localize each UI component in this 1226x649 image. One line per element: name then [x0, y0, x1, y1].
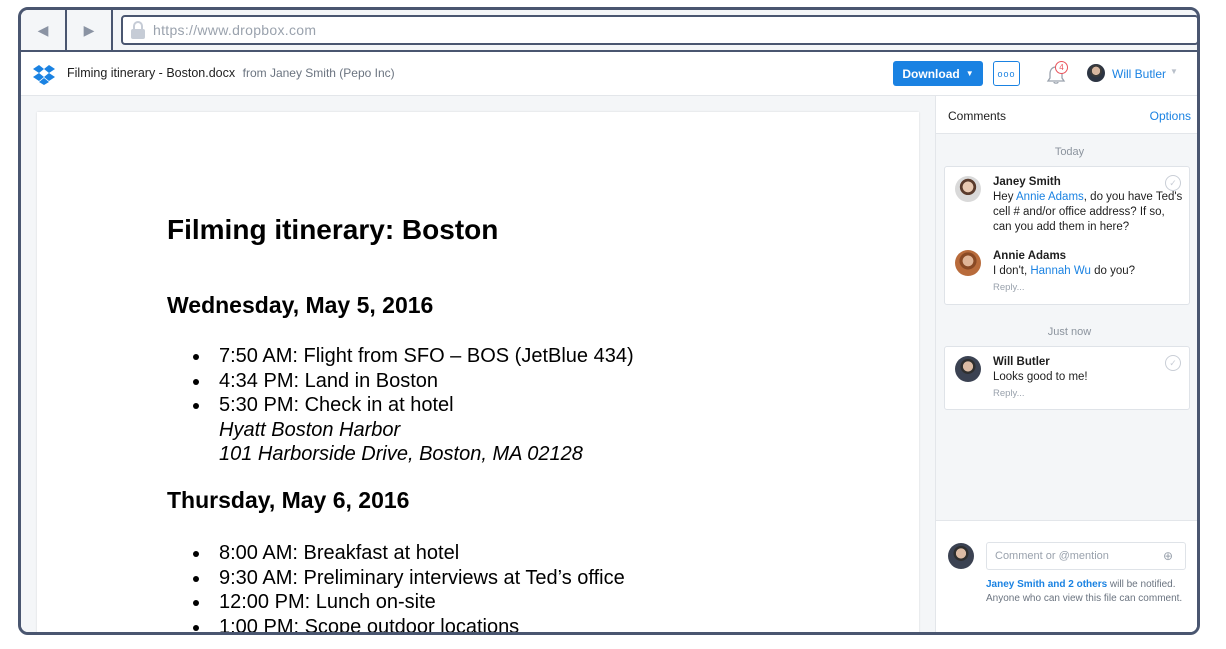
- comment-placeholder: Comment or @mention: [995, 550, 1109, 562]
- comment-thread: ✓ Janey Smith Hey Annie Adams, do you ha…: [944, 166, 1190, 305]
- browser-chrome: ◀ ▶ https://www.dropbox.com: [21, 10, 1197, 52]
- list-item: 1:00 PM: Scope outdoor locations: [193, 615, 625, 632]
- comment-input[interactable]: Comment or @mention ⊕: [986, 542, 1186, 570]
- document-page: Filming itinerary: Boston Wednesday, May…: [37, 112, 919, 632]
- notify-text: Janey Smith and 2 others will be notifie…: [986, 578, 1196, 606]
- forward-arrow-icon: ▶: [83, 21, 95, 38]
- user-avatar[interactable]: [1087, 64, 1105, 82]
- comment-author: Annie Adams: [993, 250, 1067, 262]
- user-menu[interactable]: Will Butler: [1112, 67, 1166, 81]
- forward-button[interactable]: ▶: [67, 10, 113, 50]
- list-item: 7:50 AM: Flight from SFO – BOS (JetBlue …: [193, 344, 634, 369]
- itinerary-list: 8:00 AM: Breakfast at hotel 9:30 AM: Pre…: [193, 541, 625, 632]
- back-arrow-icon: ◀: [37, 21, 49, 38]
- hotel-name: Hyatt Boston Harbor: [219, 418, 401, 441]
- ellipsis-icon: ooo: [997, 68, 1016, 79]
- day-heading: Wednesday, May 5, 2016: [167, 292, 434, 318]
- caret-down-icon: ▼: [965, 69, 974, 78]
- hotel-address: 101 Harborside Drive, Boston, MA 02128: [219, 443, 583, 465]
- list-item: 12:00 PM: Lunch on-site: [193, 590, 625, 615]
- app-header: Filming itinerary - Boston.docx from Jan…: [21, 52, 1197, 96]
- options-link[interactable]: Options: [1150, 109, 1191, 123]
- document-title: Filming itinerary: Boston: [167, 214, 499, 245]
- file-name: Filming itinerary - Boston.docx: [67, 66, 236, 80]
- more-options-button[interactable]: ooo: [993, 61, 1020, 86]
- comments-header: Comments Options: [936, 96, 1197, 134]
- download-button[interactable]: Download ▼: [893, 61, 983, 86]
- list-item: 5:30 PM: Check in at hotel Hyatt Boston …: [193, 393, 634, 467]
- chevron-down-icon[interactable]: ▼: [1170, 67, 1178, 76]
- comment-text: Looks good to me!: [993, 371, 1088, 383]
- comment-text-part: Hey: [993, 191, 1017, 203]
- day-heading: Thursday, May 6, 2016: [167, 487, 410, 513]
- list-item: 8:00 AM: Breakfast at hotel: [193, 541, 625, 566]
- browser-window: ◀ ▶ https://www.dropbox.com Filming itin…: [18, 7, 1200, 635]
- download-label: Download: [902, 66, 960, 81]
- avatar: [955, 356, 981, 382]
- comment-composer: Comment or @mention ⊕ Janey Smith and 2 …: [936, 520, 1197, 632]
- url-text[interactable]: https://www.dropbox.com: [153, 22, 316, 38]
- list-item-text: 5:30 PM: Check in at hotel: [219, 394, 454, 416]
- comments-panel: Comments Options Today ✓ Janey Smith Hey…: [935, 96, 1197, 632]
- avatar: [955, 250, 981, 276]
- address-bar[interactable]: https://www.dropbox.com: [121, 15, 1197, 45]
- list-item: 9:30 AM: Preliminary interviews at Ted’s…: [193, 566, 625, 591]
- mention-link[interactable]: Annie Adams: [1016, 191, 1084, 203]
- lock-icon: [131, 21, 145, 39]
- comment-text: I don't, Hannah Wu do you?: [993, 264, 1185, 279]
- dropbox-logo-icon[interactable]: [33, 65, 55, 85]
- file-owner: from Janey Smith (Pepo Inc): [242, 66, 395, 80]
- comment-text: Hey Annie Adams, do you have Ted's cell …: [993, 190, 1185, 235]
- itinerary-list: 7:50 AM: Flight from SFO – BOS (JetBlue …: [193, 344, 634, 467]
- mention-link[interactable]: Hannah Wu: [1030, 265, 1091, 277]
- date-separator: Just now: [1047, 326, 1092, 338]
- comment-text-part: do you?: [1090, 265, 1136, 277]
- reply-link[interactable]: Reply...: [993, 388, 1185, 399]
- comment-author: Will Butler: [993, 356, 1050, 368]
- date-separator: Today: [1054, 146, 1085, 158]
- add-person-icon[interactable]: ⊕: [1163, 549, 1177, 563]
- back-button[interactable]: ◀: [21, 10, 67, 50]
- file-title: Filming itinerary - Boston.docx from Jan…: [67, 66, 395, 80]
- comments-title: Comments: [948, 109, 1007, 123]
- comment-text-part: I don't,: [993, 265, 1031, 277]
- list-item: 4:34 PM: Land in Boston: [193, 369, 634, 394]
- document-viewer[interactable]: Filming itinerary: Boston Wednesday, May…: [21, 96, 935, 632]
- avatar: [948, 543, 974, 569]
- avatar: [955, 176, 981, 202]
- comment-thread: ✓ Will Butler Looks good to me! Reply...: [944, 346, 1190, 410]
- notify-recipients[interactable]: Janey Smith and 2 others: [986, 579, 1107, 590]
- notification-badge: 4: [1055, 61, 1068, 74]
- reply-link[interactable]: Reply...: [993, 282, 1185, 293]
- comment-author: Janey Smith: [993, 176, 1061, 188]
